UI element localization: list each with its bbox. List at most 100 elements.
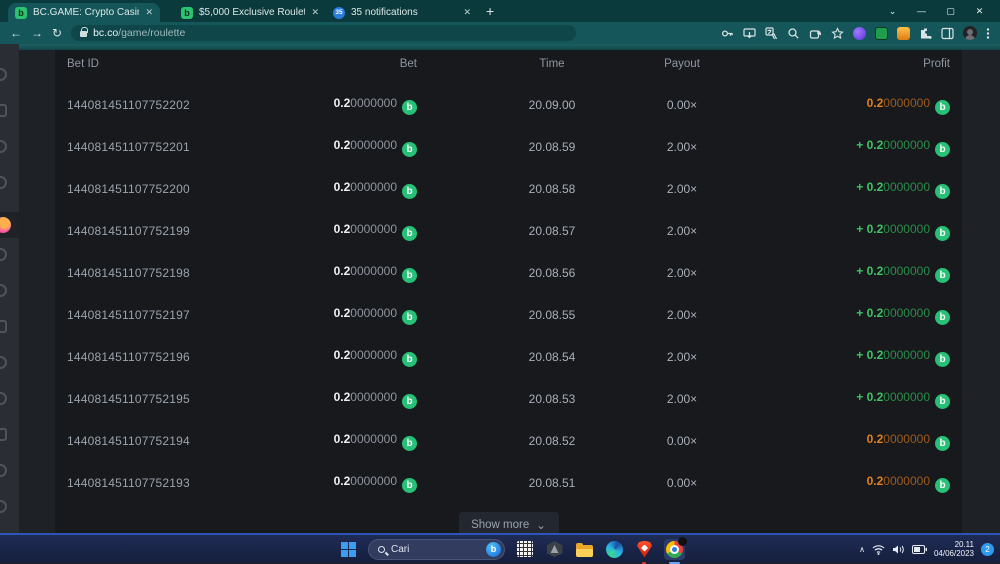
table-row[interactable]: 144081451107752198 0.20000000b 20.08.56 … xyxy=(67,252,950,294)
profit-cell: + 0.20000000b xyxy=(727,264,950,283)
side-panel-icon[interactable] xyxy=(941,27,954,40)
show-more-button[interactable]: Show more ⌄ xyxy=(459,512,559,533)
taskbar-chrome[interactable] xyxy=(664,539,685,560)
close-button[interactable]: ✕ xyxy=(965,6,994,17)
bing-icon: b xyxy=(486,542,501,557)
col-header-bet: Bet xyxy=(317,58,417,70)
sidebar-menu-icon[interactable] xyxy=(0,140,7,153)
forward-icon[interactable]: → xyxy=(31,27,43,39)
menu-dots-icon[interactable] xyxy=(986,27,990,40)
tab-search-icon[interactable]: ⌄ xyxy=(878,6,907,17)
profit-cell: 0.20000000b xyxy=(727,474,950,493)
bet-id-cell: 144081451107752194 xyxy=(67,434,317,448)
table-row[interactable]: 144081451107752197 0.20000000b 20.08.55 … xyxy=(67,294,950,336)
translate-icon[interactable] xyxy=(765,27,778,40)
sidebar-menu-icon[interactable] xyxy=(0,248,7,261)
tab-roulette-promo[interactable]: b $5,000 Exclusive Roulette Prestig ✕ xyxy=(174,3,326,22)
bc-coin-icon: b xyxy=(935,268,950,283)
table-row[interactable]: 144081451107752200 0.20000000b 20.08.58 … xyxy=(67,168,950,210)
payout-cell: 2.00× xyxy=(637,182,727,196)
taskbar-search[interactable]: Cari b xyxy=(368,539,505,560)
game-sidebar xyxy=(0,44,19,533)
install-icon[interactable] xyxy=(743,27,756,40)
tab-close-icon[interactable]: ✕ xyxy=(145,7,153,18)
reload-icon[interactable]: ↻ xyxy=(52,27,62,39)
battery-icon[interactable] xyxy=(912,545,927,554)
edge-icon xyxy=(606,541,623,558)
extensions-puzzle-icon[interactable] xyxy=(919,27,932,40)
password-key-icon[interactable] xyxy=(721,27,734,40)
sidebar-menu-icon[interactable] xyxy=(0,176,7,189)
grid-app-icon xyxy=(517,541,533,557)
bc-coin-icon: b xyxy=(935,436,950,451)
taskbar-unity-app[interactable] xyxy=(544,539,565,560)
wifi-icon[interactable] xyxy=(872,544,885,555)
sidebar-menu-icon[interactable] xyxy=(0,284,7,297)
chrome-notification-badge xyxy=(678,537,687,546)
bet-amount-cell: 0.20000000b xyxy=(317,264,417,283)
payout-cell: 2.00× xyxy=(637,392,727,406)
bc-coin-icon: b xyxy=(402,268,417,283)
maximize-button[interactable]: ▢ xyxy=(936,6,965,17)
profit-cell: + 0.20000000b xyxy=(727,138,950,157)
sidebar-menu-icon[interactable] xyxy=(0,464,7,477)
start-button[interactable] xyxy=(338,539,359,560)
taskbar-grid-app[interactable] xyxy=(514,539,535,560)
extension-tampermonkey-icon[interactable] xyxy=(897,27,910,40)
extension-green-icon[interactable] xyxy=(875,27,888,40)
tray-chevron-up-icon[interactable]: ∧ xyxy=(859,545,865,554)
zoom-icon[interactable] xyxy=(787,27,800,40)
extension-purple-icon[interactable] xyxy=(853,27,866,40)
taskbar-clock[interactable]: 20.11 04/06/2023 xyxy=(934,540,974,558)
profit-cell: + 0.20000000b xyxy=(727,180,950,199)
sidebar-menu-icon[interactable] xyxy=(0,500,7,513)
profit-cell: 0.20000000b xyxy=(727,96,950,115)
profit-cell: + 0.20000000b xyxy=(727,390,950,409)
notification-count-badge[interactable]: 2 xyxy=(981,543,994,556)
table-row[interactable]: 144081451107752201 0.20000000b 20.08.59 … xyxy=(67,126,950,168)
address-bar[interactable]: bc.co/game/roulette xyxy=(71,25,576,41)
taskbar-file-explorer[interactable] xyxy=(574,539,595,560)
table-row[interactable]: 144081451107752194 0.20000000b 20.08.52 … xyxy=(67,420,950,462)
tab-close-icon[interactable]: ✕ xyxy=(463,7,471,18)
bc-coin-icon: b xyxy=(402,352,417,367)
time-cell: 20.08.56 xyxy=(417,266,637,280)
time-cell: 20.08.59 xyxy=(417,140,637,154)
volume-icon[interactable] xyxy=(892,544,905,555)
sidebar-menu-icon[interactable] xyxy=(0,392,7,405)
table-row[interactable]: 144081451107752195 0.20000000b 20.08.53 … xyxy=(67,378,950,420)
table-row[interactable]: 144081451107752199 0.20000000b 20.08.57 … xyxy=(67,210,950,252)
table-header: Bet ID Bet Time Payout Profit xyxy=(67,50,950,78)
tab-notifications[interactable]: 35 35 notifications ✕ xyxy=(326,3,478,22)
page-content: Bet ID Bet Time Payout Profit 1440814511… xyxy=(0,44,1000,533)
sidebar-menu-icon[interactable] xyxy=(0,320,7,333)
bc-coin-icon: b xyxy=(402,100,417,115)
share-icon[interactable] xyxy=(809,27,822,40)
time-cell: 20.08.52 xyxy=(417,434,637,448)
time-cell: 20.08.51 xyxy=(417,476,637,490)
bet-id-cell: 144081451107752193 xyxy=(67,476,317,490)
minimize-button[interactable]: — xyxy=(907,6,936,16)
bc-coin-icon: b xyxy=(935,352,950,367)
tab-close-icon[interactable]: ✕ xyxy=(311,7,319,18)
bc-coin-icon: b xyxy=(402,142,417,157)
sidebar-active-game-icon[interactable] xyxy=(0,212,19,238)
sidebar-menu-icon[interactable] xyxy=(0,428,7,441)
table-row[interactable]: 144081451107752196 0.20000000b 20.08.54 … xyxy=(67,336,950,378)
sidebar-menu-icon[interactable] xyxy=(0,104,7,117)
sidebar-menu-icon[interactable] xyxy=(0,68,7,81)
taskbar-brave[interactable] xyxy=(634,539,655,560)
table-row[interactable]: 144081451107752202 0.20000000b 20.09.00 … xyxy=(67,84,950,126)
tab-bcgame[interactable]: b BC.GAME: Crypto Casino Games ✕ xyxy=(8,3,160,22)
table-row[interactable]: 144081451107752193 0.20000000b 20.08.51 … xyxy=(67,462,950,504)
back-icon[interactable]: ← xyxy=(10,27,22,39)
bet-amount-cell: 0.20000000b xyxy=(317,432,417,451)
bookmark-star-icon[interactable] xyxy=(831,27,844,40)
profile-avatar[interactable] xyxy=(963,26,977,40)
bet-amount-cell: 0.20000000b xyxy=(317,306,417,325)
new-tab-button[interactable]: + xyxy=(486,3,494,19)
bet-id-cell: 144081451107752201 xyxy=(67,140,317,154)
sidebar-menu-icon[interactable] xyxy=(0,356,7,369)
taskbar-edge[interactable] xyxy=(604,539,625,560)
url-path: /game/roulette xyxy=(118,27,185,39)
